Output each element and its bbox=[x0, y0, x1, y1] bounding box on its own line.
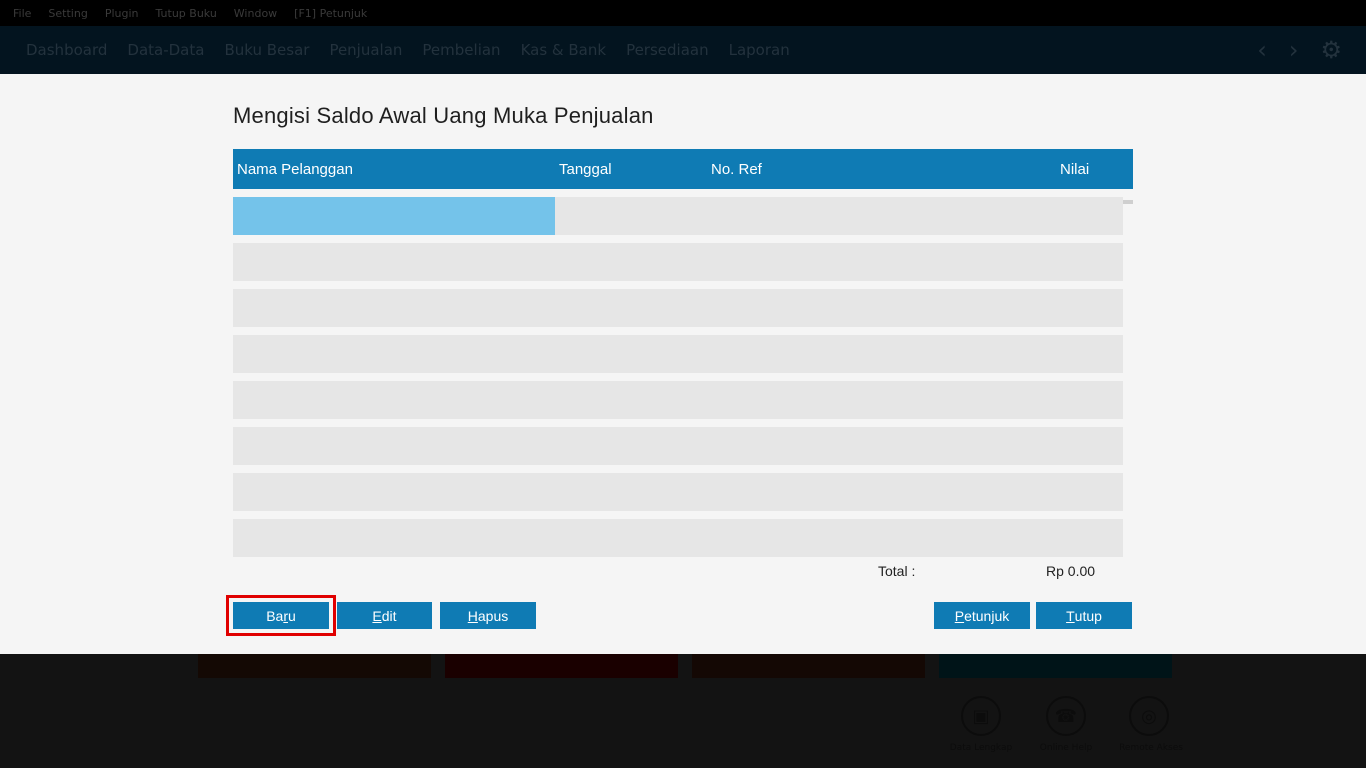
menu-plugin[interactable]: Plugin bbox=[105, 7, 139, 20]
edit-label-accel: E bbox=[372, 607, 382, 624]
bg-tile-3 bbox=[692, 654, 925, 678]
shortcut-online-help: Online Help bbox=[1039, 743, 1093, 753]
nav-pembelian[interactable]: Pembelian bbox=[422, 41, 500, 59]
table-row[interactable] bbox=[233, 197, 1123, 235]
menu-window[interactable]: Window bbox=[234, 7, 277, 20]
nav-buku-besar[interactable]: Buku Besar bbox=[224, 41, 309, 59]
bg-tile-1 bbox=[198, 654, 431, 678]
vertical-scrollbar[interactable] bbox=[1123, 197, 1133, 557]
nav-kas-bank[interactable]: Kas & Bank bbox=[521, 41, 607, 59]
menu-tutup-buku[interactable]: Tutup Buku bbox=[155, 7, 216, 20]
dialog-title: Mengisi Saldo Awal Uang Muka Penjualan bbox=[233, 103, 654, 128]
menu-petunjuk[interactable]: [F1] Petunjuk bbox=[294, 7, 367, 20]
data-grid bbox=[233, 197, 1123, 557]
hapus-label-accel: H bbox=[467, 607, 478, 624]
hapus-button[interactable]: Hapus bbox=[440, 602, 536, 629]
tutup-button[interactable]: Tutup bbox=[1036, 602, 1132, 629]
menu-file[interactable]: File bbox=[13, 7, 31, 20]
bg-tile-2 bbox=[445, 654, 678, 678]
petunjuk-button[interactable]: Petunjuk bbox=[934, 602, 1030, 629]
nav-persediaan[interactable]: Persediaan bbox=[626, 41, 709, 59]
baru-label-post: u bbox=[288, 607, 296, 624]
petunjuk-label-accel: P bbox=[954, 607, 965, 624]
save-icon[interactable]: ▣ bbox=[961, 696, 1001, 736]
scrollbar-thumb[interactable] bbox=[1123, 200, 1133, 204]
nav-data-data[interactable]: Data-Data bbox=[127, 41, 204, 59]
edit-button[interactable]: Edit bbox=[337, 602, 432, 629]
table-row[interactable] bbox=[233, 335, 1123, 373]
hapus-label-post: apus bbox=[477, 607, 509, 624]
nav-penjualan[interactable]: Penjualan bbox=[329, 41, 402, 59]
shortcut-remote-akses: Remote Akses bbox=[1119, 743, 1183, 753]
phone-icon[interactable]: ☎ bbox=[1046, 696, 1086, 736]
selected-cell[interactable] bbox=[233, 197, 555, 235]
menu-setting[interactable]: Setting bbox=[48, 7, 87, 20]
table-row[interactable] bbox=[233, 289, 1123, 327]
total-value: Rp 0.00 bbox=[1046, 563, 1096, 579]
table-row[interactable] bbox=[233, 473, 1123, 511]
globe-icon[interactable]: ◎ bbox=[1129, 696, 1169, 736]
table-row[interactable] bbox=[233, 381, 1123, 419]
nav-dashboard[interactable]: Dashboard bbox=[26, 41, 107, 59]
tutup-label-accel: T bbox=[1066, 607, 1075, 624]
col-nama-pelanggan: Nama Pelanggan bbox=[237, 161, 353, 178]
baru-label-pre: Ba bbox=[266, 607, 284, 624]
bg-tile-4 bbox=[939, 654, 1172, 678]
edit-label-post: dit bbox=[381, 607, 397, 624]
nav-laporan[interactable]: Laporan bbox=[729, 41, 790, 59]
total-label: Total : bbox=[878, 563, 916, 579]
tutup-label-post: utup bbox=[1074, 607, 1102, 624]
table-header: Nama Pelanggan Tanggal No. Ref Nilai bbox=[233, 149, 1133, 189]
gear-icon[interactable]: ⚙ bbox=[1320, 38, 1342, 62]
main-nav: Dashboard Data-Data Buku Besar Penjualan… bbox=[0, 26, 1366, 74]
saldo-awal-dialog: Mengisi Saldo Awal Uang Muka Penjualan N… bbox=[0, 74, 1366, 654]
col-no-ref: No. Ref bbox=[711, 161, 762, 178]
table-row[interactable] bbox=[233, 427, 1123, 465]
baru-button[interactable]: Ba r u bbox=[233, 602, 329, 629]
menu-bar: File Setting Plugin Tutup Buku Window [F… bbox=[0, 0, 1366, 26]
chevron-right-icon[interactable]: › bbox=[1289, 38, 1299, 62]
shortcut-data-lengkap: Data Lengkap bbox=[949, 743, 1013, 753]
col-nilai: Nilai bbox=[1060, 161, 1090, 178]
table-row[interactable] bbox=[233, 243, 1123, 281]
table-row[interactable] bbox=[233, 519, 1123, 557]
chevron-left-icon[interactable]: ‹ bbox=[1257, 38, 1267, 62]
col-tanggal: Tanggal bbox=[559, 161, 612, 178]
petunjuk-label-post: etunjuk bbox=[964, 607, 1010, 624]
nav-controls: ‹ › ⚙ bbox=[1257, 26, 1342, 74]
